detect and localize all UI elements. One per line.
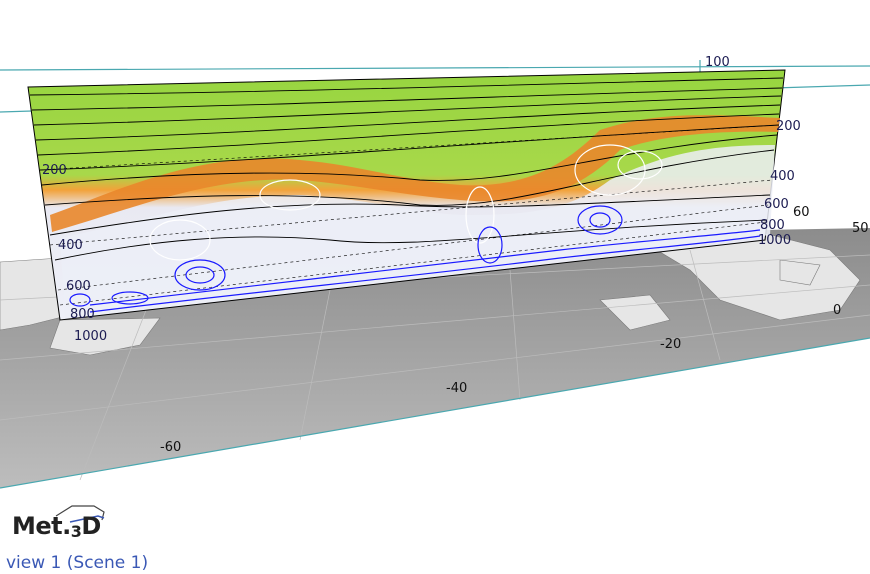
lat-label-60: 60 (793, 205, 810, 220)
pressure-label-left-400: 400 (58, 238, 83, 253)
met3d-logo-text: Met.3D (12, 512, 101, 541)
pressure-label-left-600: 600 (66, 279, 91, 294)
pressure-label-right-400: 400 (770, 169, 795, 184)
logo-text-main: Met. (12, 512, 71, 540)
lon-label-minus-40: -40 (446, 381, 467, 396)
pressure-label-right-600: 600 (764, 197, 789, 212)
lon-label-minus-20: -20 (660, 337, 681, 352)
lon-label-minus-60: -60 (160, 440, 181, 455)
pressure-label-left-200: 200 (42, 163, 67, 178)
lon-label-0: 0 (833, 303, 841, 318)
pressure-label-right-100: 100 (705, 55, 730, 70)
pressure-label-left-1000: 1000 (74, 329, 107, 344)
logo-text-suffix: D (81, 512, 101, 540)
pressure-label-left-800: 800 (70, 307, 95, 322)
lat-label-50: 50 (852, 221, 869, 236)
pressure-label-right-800: 800 (760, 218, 785, 233)
met3d-scene[interactable]: 200 400 600 800 1000 100 200 400 600 800… (0, 0, 870, 574)
pressure-label-right-1000: 1000 (758, 233, 791, 248)
logo-text-sub: 3 (70, 522, 82, 541)
view-label: view 1 (Scene 1) (6, 553, 149, 573)
pressure-label-right-200: 200 (776, 119, 801, 134)
